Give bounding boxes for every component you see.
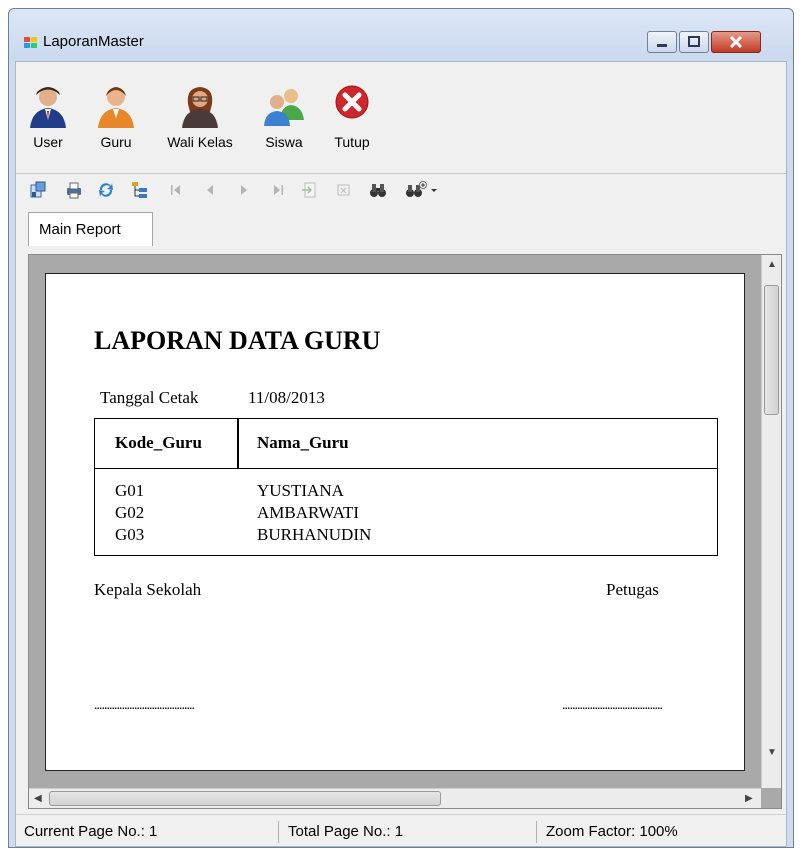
wali-kelas-button-label: Wali Kelas <box>167 134 233 150</box>
header-kode-guru: Kode_Guru <box>115 433 202 452</box>
signature-right-line: ........................................ <box>562 698 663 713</box>
report-viewer-toolbar <box>16 176 786 206</box>
nama-guru-cell: YUSTIANA <box>257 481 344 500</box>
tutup-button-label: Tutup <box>334 134 370 150</box>
status-separator <box>278 821 279 843</box>
goto-page-icon[interactable] <box>300 180 320 200</box>
report-viewer: LAPORAN DATA GURU Tanggal Cetak 11/08/20… <box>28 254 782 809</box>
title-bar: LaporanMaster <box>9 9 793 61</box>
print-date-label: Tanggal Cetak <box>100 388 199 407</box>
window-title: LaporanMaster <box>43 33 144 50</box>
table-row: G03 BURHANUDIN <box>95 525 717 547</box>
minimize-icon <box>657 44 667 47</box>
horizontal-scrollbar[interactable]: ◀ ▶ <box>29 788 761 808</box>
close-icon <box>729 35 743 49</box>
signature-right-label: Petugas <box>606 580 659 599</box>
guru-button-label: Guru <box>100 134 132 150</box>
minimize-button[interactable] <box>647 31 677 53</box>
status-bar: Current Page No.: 1 Total Page No.: 1 Zo… <box>16 814 786 846</box>
maximize-icon <box>688 36 700 47</box>
teacher-table: Kode_Guru Nama_Guru G01 YUSTIANA G02 AMB… <box>94 418 718 556</box>
horizontal-scroll-thumb[interactable] <box>49 791 441 806</box>
tutup-button[interactable]: Tutup <box>330 84 374 150</box>
close-window-button[interactable] <box>711 31 761 53</box>
column-divider <box>237 419 239 469</box>
client-area: User Guru Wali Kelas Siswa Tutup Main Re… <box>15 61 787 847</box>
print-date-value: 11/08/2013 <box>248 388 325 407</box>
signature-left-label: Kepala Sekolah <box>94 580 202 599</box>
table-body: G01 YUSTIANA G02 AMBARWATI G03 BURHANUDI… <box>95 481 717 547</box>
last-page-icon[interactable] <box>268 180 288 200</box>
scroll-up-icon[interactable]: ▲ <box>767 259 777 270</box>
main-toolbar: User Guru Wali Kelas Siswa Tutup <box>16 62 786 174</box>
zoom-icon[interactable] <box>404 180 440 200</box>
vertical-scroll-thumb[interactable] <box>764 285 779 415</box>
kode-guru-cell: G01 <box>115 481 145 500</box>
close-icon <box>335 85 369 119</box>
nama-guru-cell: AMBARWATI <box>257 503 360 522</box>
vertical-scrollbar[interactable]: ▲ ▼ <box>761 255 781 788</box>
scroll-right-icon[interactable]: ▶ <box>745 793 753 804</box>
export-icon[interactable] <box>28 180 48 200</box>
guru-button[interactable]: Guru <box>94 84 138 150</box>
maximize-button[interactable] <box>679 31 709 53</box>
siswa-button[interactable]: Siswa <box>262 84 306 150</box>
user-button[interactable]: User <box>26 84 70 150</box>
app-icon <box>24 37 37 48</box>
scroll-down-icon[interactable]: ▼ <box>767 747 777 758</box>
stop-icon[interactable] <box>334 180 354 200</box>
current-page-status: Current Page No.: 1 <box>24 823 158 840</box>
wali-kelas-button[interactable]: Wali Kelas <box>162 84 238 150</box>
total-page-status: Total Page No.: 1 <box>288 823 404 840</box>
header-nama-guru: Nama_Guru <box>257 433 349 452</box>
report-page: LAPORAN DATA GURU Tanggal Cetak 11/08/20… <box>45 273 745 771</box>
kode-guru-cell: G03 <box>115 525 145 544</box>
table-row: G02 AMBARWATI <box>95 503 717 525</box>
previous-page-icon[interactable] <box>200 180 220 200</box>
app-window: LaporanMaster User Guru Wali Kelas Siswa… <box>8 8 794 848</box>
table-header: Kode_Guru Nama_Guru <box>95 419 717 469</box>
scroll-left-icon[interactable]: ◀ <box>34 793 42 804</box>
status-separator <box>536 821 537 843</box>
user-icon <box>30 87 66 128</box>
tab-main-report[interactable]: Main Report <box>28 212 153 246</box>
siswa-button-label: Siswa <box>265 134 303 150</box>
zoom-factor-status: Zoom Factor: 100% <box>546 823 678 840</box>
kode-guru-cell: G02 <box>115 503 145 522</box>
signature-left-line: ........................................ <box>94 698 195 713</box>
group-tree-icon[interactable] <box>130 180 150 200</box>
user-button-label: User <box>33 134 63 150</box>
report-title: LAPORAN DATA GURU <box>94 326 381 355</box>
homeroom-teacher-icon <box>182 87 218 128</box>
find-icon[interactable] <box>368 180 388 200</box>
table-row: G01 YUSTIANA <box>95 481 717 503</box>
nama-guru-cell: BURHANUDIN <box>257 525 372 544</box>
students-icon <box>264 89 304 126</box>
teacher-icon <box>98 87 134 128</box>
print-icon[interactable] <box>64 180 84 200</box>
next-page-icon[interactable] <box>234 180 254 200</box>
first-page-icon[interactable] <box>166 180 186 200</box>
refresh-icon[interactable] <box>96 180 116 200</box>
